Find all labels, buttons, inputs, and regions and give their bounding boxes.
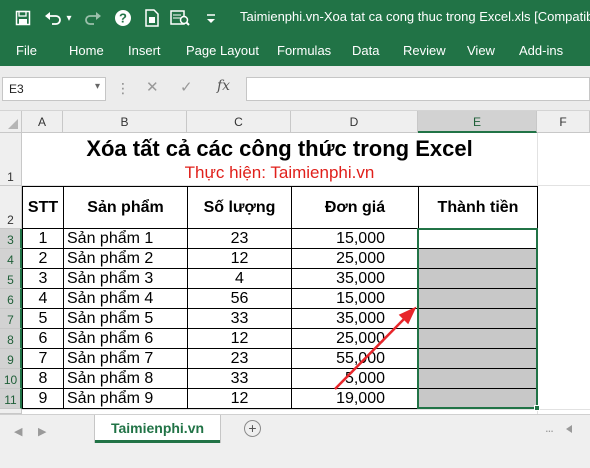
undo-icon[interactable] bbox=[42, 8, 64, 28]
redo-icon[interactable] bbox=[82, 8, 104, 28]
ribbon-tab-bar: File Home Insert Page Layout Formulas Da… bbox=[0, 36, 590, 66]
tab-home[interactable]: Home bbox=[69, 43, 104, 58]
print-preview-icon[interactable] bbox=[168, 8, 192, 28]
new-file-icon[interactable] bbox=[142, 8, 162, 28]
tab-formulas[interactable]: Formulas bbox=[277, 43, 331, 58]
name-box-dropdown-icon[interactable]: ▾ bbox=[95, 81, 100, 92]
help-icon[interactable]: ? bbox=[113, 8, 133, 28]
tab-insert[interactable]: Insert bbox=[128, 43, 161, 58]
tab-data[interactable]: Data bbox=[352, 43, 379, 58]
undo-dropdown-icon[interactable]: ▾ bbox=[64, 8, 74, 28]
tab-split-handle-icon[interactable]: ... bbox=[545, 420, 554, 435]
add-sheet-button[interactable]: + bbox=[244, 420, 261, 437]
tab-review[interactable]: Review bbox=[403, 43, 446, 58]
window-title: Taimienphi.vn-Xoa tat ca cong thuc trong… bbox=[240, 9, 590, 24]
sheet-tab-bar: ◀ ▶ Taimienphi.vn + ... bbox=[0, 414, 590, 468]
svg-text:?: ? bbox=[119, 11, 127, 26]
title-bar: ▾ ? Taimienphi.vn-Xoa tat ca cong thuc t… bbox=[0, 0, 590, 36]
name-box-value: E3 bbox=[9, 82, 24, 96]
customize-toolbar-icon[interactable] bbox=[203, 8, 219, 28]
name-box[interactable]: E3 ▾ bbox=[2, 77, 106, 101]
save-icon[interactable] bbox=[12, 8, 34, 28]
insert-function-icon[interactable]: fx bbox=[217, 78, 230, 94]
tab-view[interactable]: View bbox=[467, 43, 495, 58]
sheet-tab-taimienphi[interactable]: Taimienphi.vn bbox=[95, 415, 220, 443]
tab-file[interactable]: File bbox=[16, 43, 37, 58]
enter-icon[interactable]: ✓ bbox=[180, 78, 193, 96]
prev-sheet-icon[interactable]: ◀ bbox=[14, 425, 22, 438]
next-sheet-icon[interactable]: ▶ bbox=[38, 425, 46, 438]
formula-input[interactable] bbox=[246, 77, 590, 101]
tab-page-layout[interactable]: Page Layout bbox=[186, 43, 259, 58]
worksheet-grid[interactable]: A B C D E F 1 2 3 4 5 6 7 8 9 10 11 Xóa … bbox=[0, 111, 590, 414]
annotation-arrow-icon bbox=[334, 306, 417, 390]
scroll-left-icon[interactable] bbox=[560, 423, 588, 435]
cancel-icon[interactable]: ✕ bbox=[146, 78, 159, 96]
tab-add-ins[interactable]: Add-ins bbox=[519, 43, 563, 58]
formula-bar-grip-icon[interactable]: ⋮ bbox=[116, 80, 130, 97]
formula-bar: E3 ▾ ⋮ ✕ ✓ fx bbox=[0, 66, 590, 111]
